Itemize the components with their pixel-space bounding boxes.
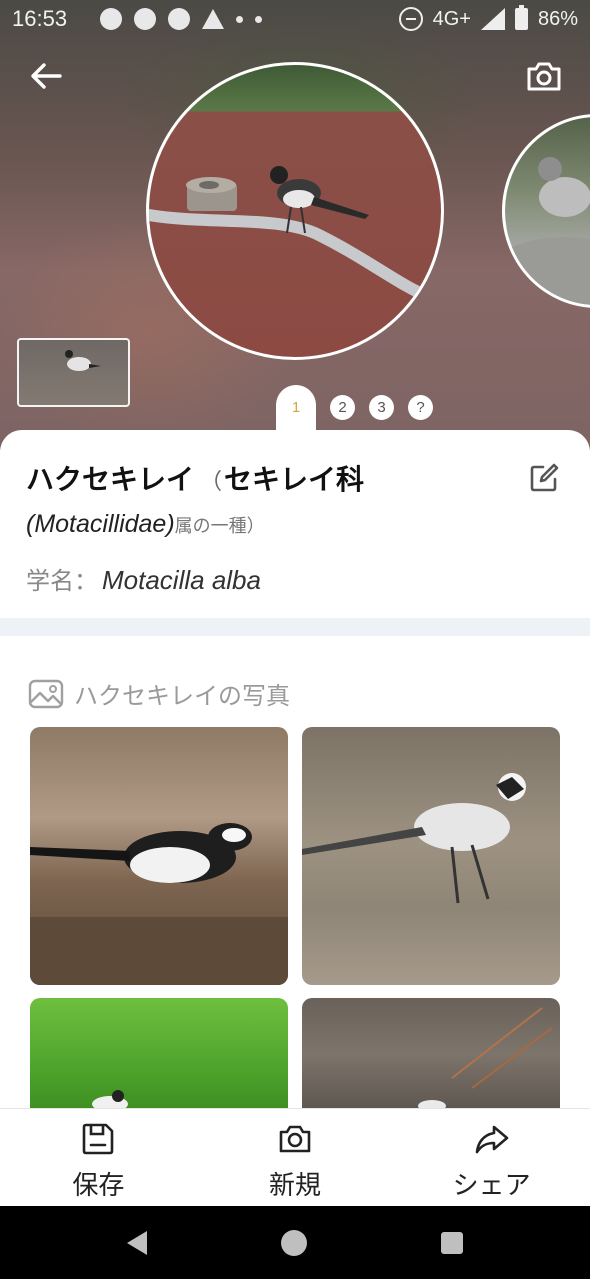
photo-tile[interactable] bbox=[30, 998, 288, 1110]
photos-section-header: ハクセキレイの写真 bbox=[28, 676, 290, 711]
photos-section-title: ハクセキレイの写真 bbox=[74, 682, 290, 710]
save-label: 保存 bbox=[72, 1171, 125, 1201]
status-bar: 16:53 4G+ 86% bbox=[0, 0, 590, 38]
scientific-name: Motacilla alba bbox=[102, 565, 261, 595]
new-button[interactable]: 新規 bbox=[197, 1109, 394, 1206]
wagtail-grass-image bbox=[92, 1090, 128, 1110]
photo-tile[interactable] bbox=[30, 727, 288, 985]
main-photo[interactable] bbox=[146, 62, 444, 360]
accessibility-icon bbox=[100, 8, 122, 30]
bird-on-rock-image bbox=[505, 157, 590, 305]
page-dot-3[interactable]: 3 bbox=[369, 395, 394, 420]
share-icon bbox=[475, 1125, 508, 1154]
battery-level: 86% bbox=[537, 7, 578, 30]
species-name-line: ハクセキレイ （ セキレイ科 bbox=[26, 458, 564, 498]
page-dot-2[interactable]: 2 bbox=[330, 395, 355, 420]
species-info-card: ハクセキレイ （ セキレイ科 (Motacillidae) 属の一種） 学名： … bbox=[0, 430, 590, 618]
dot-icon bbox=[255, 15, 262, 23]
thumbnail-photo[interactable] bbox=[17, 338, 130, 407]
save-button[interactable]: 保存 bbox=[0, 1109, 197, 1206]
photo-pager: 1 2 3 ? bbox=[276, 385, 433, 430]
wagtail-stone-image bbox=[418, 1007, 553, 1110]
app-notification-icon bbox=[134, 8, 156, 30]
system-home-icon[interactable] bbox=[281, 1229, 307, 1256]
bird-on-roof-image bbox=[149, 166, 435, 303]
system-status: 4G+ 86% bbox=[398, 5, 578, 31]
family-name-ja: セキレイ科 bbox=[224, 463, 365, 496]
page-dot-1[interactable]: 1 bbox=[276, 385, 316, 430]
new-label: 新規 bbox=[269, 1171, 322, 1201]
arrow-left-icon bbox=[31, 63, 62, 89]
wagtail-leaves-image bbox=[30, 823, 288, 985]
dot-icon bbox=[236, 15, 243, 23]
page-dot-unknown[interactable]: ? bbox=[408, 395, 433, 420]
signal-icon bbox=[480, 8, 505, 30]
bird-thumbnail-image bbox=[65, 350, 101, 371]
notification-icons bbox=[100, 8, 262, 30]
image-icon bbox=[28, 679, 64, 708]
section-divider bbox=[0, 618, 590, 636]
camera-icon bbox=[527, 62, 561, 91]
edit-button[interactable] bbox=[528, 462, 560, 494]
family-suffix: 属の一種） bbox=[174, 516, 265, 537]
camera-icon bbox=[279, 1125, 311, 1153]
bottom-navigation: 保存 新規 シェア bbox=[0, 1108, 590, 1206]
species-name: ハクセキレイ bbox=[26, 463, 195, 496]
family-line: (Motacillidae) 属の一種） bbox=[26, 510, 564, 539]
photo-tile[interactable] bbox=[302, 998, 560, 1110]
system-navigation-bar bbox=[0, 1206, 590, 1279]
wagtail-ground-image bbox=[302, 773, 526, 904]
do-not-disturb-icon bbox=[398, 7, 423, 31]
share-button[interactable]: シェア bbox=[393, 1109, 590, 1206]
system-back-icon[interactable] bbox=[127, 1230, 147, 1255]
edit-icon bbox=[530, 463, 559, 492]
photo-tile[interactable] bbox=[302, 727, 560, 985]
scientific-name-line: 学名： Motacilla alba bbox=[26, 561, 564, 596]
battery-icon bbox=[514, 5, 528, 30]
save-icon bbox=[83, 1123, 114, 1155]
system-recents-icon[interactable] bbox=[441, 1231, 463, 1254]
scientific-name-label: 学名： bbox=[26, 567, 98, 595]
warning-icon bbox=[202, 9, 224, 29]
back-button[interactable] bbox=[26, 56, 66, 96]
share-label: シェア bbox=[452, 1171, 531, 1201]
network-type: 4G+ bbox=[432, 7, 471, 30]
status-time: 16:53 bbox=[12, 6, 68, 31]
camera-button[interactable] bbox=[524, 56, 564, 96]
family-name-latin: (Motacillidae) bbox=[26, 510, 175, 538]
photo-hero: 16:53 4G+ 86% 1 2 3 ? bbox=[0, 0, 590, 450]
next-photo[interactable] bbox=[502, 114, 590, 308]
paren-open: （ bbox=[200, 470, 223, 495]
facebook-icon bbox=[168, 8, 190, 30]
